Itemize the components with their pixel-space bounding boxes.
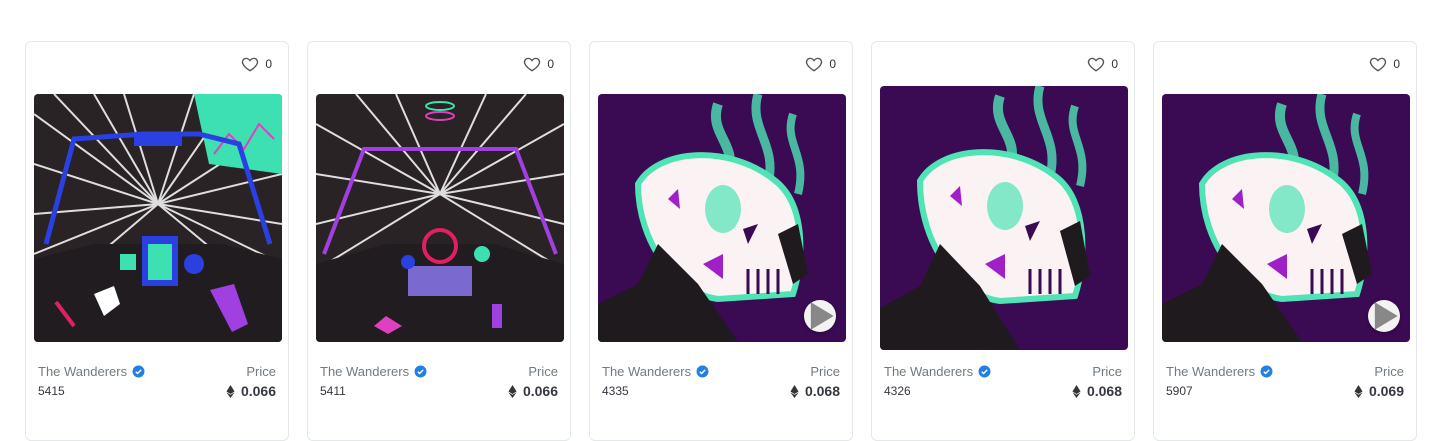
play-button[interactable] — [1368, 300, 1400, 332]
verified-badge-icon — [1260, 365, 1273, 378]
ethereum-icon — [790, 384, 799, 398]
ethereum-icon — [508, 384, 517, 398]
cockpit-artwork — [316, 94, 564, 342]
price-value: 0.068 — [804, 383, 840, 399]
play-icon — [1374, 302, 1398, 330]
collection-name: The Wanderers — [1166, 364, 1256, 379]
collection-name: The Wanderers — [38, 364, 128, 379]
nft-card[interactable]: 0 The Wanderers 5907 Price 0.069 — [1153, 41, 1417, 441]
nft-card[interactable]: 0 The Wanderers 4335 Price 0.068 — [589, 41, 853, 441]
heart-icon — [1088, 57, 1105, 72]
token-id: 4326 — [884, 384, 911, 398]
token-id: 5411 — [320, 384, 346, 398]
collection-name: The Wanderers — [602, 364, 692, 379]
collection-name: The Wanderers — [320, 364, 410, 379]
collection-link[interactable]: The Wanderers — [884, 364, 991, 379]
like-count: 0 — [1393, 57, 1400, 71]
price-value: 0.066 — [522, 383, 558, 399]
heart-icon — [1370, 57, 1387, 72]
like-count: 0 — [829, 57, 836, 71]
skull-artwork — [880, 86, 1128, 350]
like-button[interactable]: 0 — [1369, 55, 1400, 73]
price-value: 0.068 — [1086, 383, 1122, 399]
cockpit-artwork — [34, 94, 282, 342]
nft-card[interactable]: 0 The Wanderers 4326 Price 0.068 — [871, 41, 1135, 441]
verified-badge-icon — [696, 365, 709, 378]
like-count: 0 — [265, 57, 272, 71]
token-id: 5415 — [38, 384, 65, 398]
price-label: Price — [1374, 364, 1404, 379]
like-count: 0 — [547, 57, 554, 71]
collection-name: The Wanderers — [884, 364, 974, 379]
nft-image[interactable] — [598, 94, 846, 342]
verified-badge-icon — [978, 365, 991, 378]
collection-link[interactable]: The Wanderers — [1166, 364, 1273, 379]
price-value: 0.066 — [240, 383, 276, 399]
price-label: Price — [528, 364, 558, 379]
heart-icon — [806, 57, 823, 72]
price-label: Price — [1092, 364, 1122, 379]
price-value: 0.069 — [1368, 383, 1404, 399]
ethereum-icon — [1072, 384, 1081, 398]
verified-badge-icon — [414, 365, 427, 378]
token-id: 4335 — [602, 384, 629, 398]
ethereum-icon — [1354, 384, 1363, 398]
like-count: 0 — [1111, 57, 1118, 71]
nft-image[interactable] — [880, 86, 1128, 350]
heart-icon — [524, 57, 541, 72]
token-id: 5907 — [1166, 384, 1193, 398]
like-button[interactable]: 0 — [805, 55, 836, 73]
price-label: Price — [246, 364, 276, 379]
nft-card[interactable]: 0 The Wanderers 5411 Price 0.066 — [307, 41, 571, 441]
nft-image[interactable] — [34, 94, 282, 342]
heart-icon — [242, 57, 259, 72]
nft-card[interactable]: 0 The Wanderers 5415 Price 0.066 — [25, 41, 289, 441]
play-icon — [810, 302, 834, 330]
nft-image[interactable] — [1162, 94, 1410, 342]
price-label: Price — [810, 364, 840, 379]
like-button[interactable]: 0 — [1087, 55, 1118, 73]
like-button[interactable]: 0 — [523, 55, 554, 73]
nft-image[interactable] — [316, 94, 564, 342]
play-button[interactable] — [804, 300, 836, 332]
collection-link[interactable]: The Wanderers — [320, 364, 427, 379]
ethereum-icon — [226, 384, 235, 398]
like-button[interactable]: 0 — [241, 55, 272, 73]
verified-badge-icon — [132, 365, 145, 378]
collection-link[interactable]: The Wanderers — [602, 364, 709, 379]
collection-link[interactable]: The Wanderers — [38, 364, 145, 379]
